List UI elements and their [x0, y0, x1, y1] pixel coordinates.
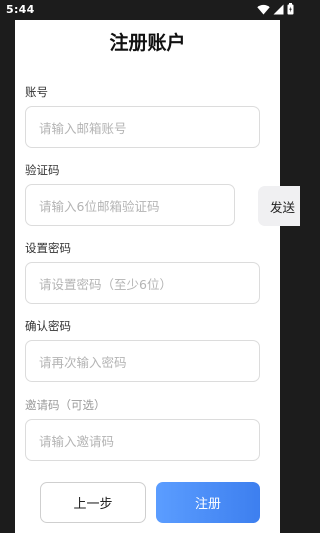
invite-code-input[interactable]: 请输入邀请码 — [25, 419, 260, 461]
account-placeholder: 请输入邮箱账号 — [39, 120, 127, 136]
confirm-password-input[interactable]: 请再次输入密码 — [25, 340, 260, 382]
status-icons — [257, 3, 294, 15]
verification-code-label: 验证码 — [25, 163, 60, 177]
password-input[interactable]: 请设置密码（至少6位） — [25, 262, 260, 304]
register-button-label: 注册 — [194, 497, 221, 512]
send-code-button[interactable]: 发送 — [258, 186, 300, 226]
signal-icon — [273, 4, 284, 14]
invite-code-placeholder: 请输入邀请码 — [39, 433, 115, 449]
account-label: 账号 — [25, 85, 48, 99]
back-button-label: 上一步 — [73, 497, 113, 512]
register-button[interactable]: 注册 — [156, 482, 260, 523]
wifi-icon — [257, 4, 270, 14]
back-button[interactable]: 上一步 — [40, 482, 146, 523]
status-time: 5:44 — [6, 3, 35, 16]
page-title: 注册账户 — [109, 32, 186, 54]
verification-code-placeholder: 请输入6位邮箱验证码 — [39, 198, 160, 214]
confirm-password-placeholder: 请再次输入密码 — [39, 354, 127, 370]
status-bar: 5:44 — [0, 0, 300, 20]
invite-code-label: 邀请码（可选） — [25, 398, 106, 412]
verification-code-input[interactable]: 请输入6位邮箱验证码 — [25, 184, 235, 226]
send-code-label: 发送 — [270, 199, 296, 215]
confirm-password-label: 确认密码 — [25, 319, 71, 333]
battery-icon — [287, 3, 294, 15]
password-placeholder: 请设置密码（至少6位） — [39, 276, 172, 292]
password-label: 设置密码 — [25, 241, 71, 255]
account-input[interactable]: 请输入邮箱账号 — [25, 106, 260, 148]
